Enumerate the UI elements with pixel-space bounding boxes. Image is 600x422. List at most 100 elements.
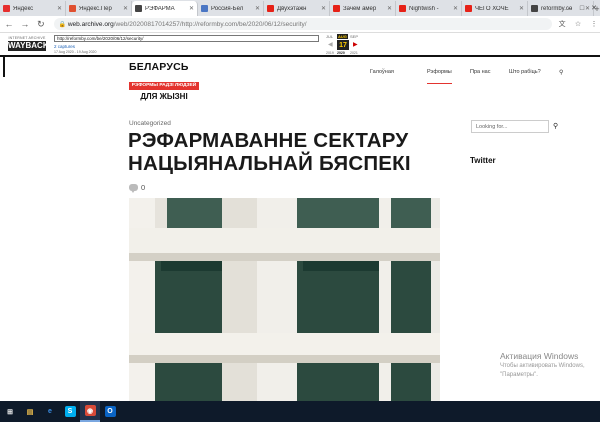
wayback-year-current: 2020 bbox=[337, 51, 345, 55]
taskbar-item[interactable]: e bbox=[40, 401, 60, 422]
tab-favicon-icon bbox=[465, 5, 472, 12]
tab-close-icon[interactable]: ✕ bbox=[519, 5, 524, 12]
tab-favicon-icon bbox=[531, 5, 538, 12]
close-window-icon[interactable]: ✕ bbox=[588, 0, 600, 16]
chrome-icon: ◉ bbox=[84, 405, 96, 416]
tab-label: Яндекс bbox=[13, 5, 34, 12]
wayback-month-current: AUG bbox=[337, 34, 348, 39]
bookmark-star-icon[interactable]: ☆ bbox=[572, 18, 584, 30]
comments-count: 0 bbox=[141, 183, 146, 192]
tab-favicon-icon bbox=[333, 5, 340, 12]
wayback-next-arrow-icon[interactable]: ▶ bbox=[353, 41, 358, 48]
post-category[interactable]: Uncategorized bbox=[129, 120, 171, 127]
wayback-month-prev[interactable]: JUL bbox=[326, 34, 333, 39]
wayback-logo-mark: WAYBACK bbox=[8, 41, 49, 51]
wayback-calendar: JUL AUG SEP ◀ 17 ▶ 2019 2020 2021 bbox=[326, 34, 360, 56]
maximize-icon[interactable]: □ bbox=[576, 0, 588, 16]
tab-close-icon[interactable]: ✕ bbox=[189, 5, 194, 12]
tab-favicon-icon bbox=[399, 5, 406, 12]
file-explorer-icon: ▤ bbox=[26, 408, 34, 416]
tab-close-icon[interactable]: ✕ bbox=[321, 5, 326, 12]
nav-search-icon[interactable]: ⚲ bbox=[559, 69, 563, 76]
tab-close-icon[interactable]: ✕ bbox=[57, 5, 62, 12]
nav-item-what-to-do[interactable]: Што рабіць? bbox=[509, 69, 541, 75]
hero-image bbox=[129, 198, 440, 401]
tab-close-icon[interactable]: ✕ bbox=[453, 5, 458, 12]
browser-tab[interactable]: Яндекс.Пер ✕ bbox=[66, 1, 132, 16]
tab-close-icon[interactable]: ✕ bbox=[387, 5, 392, 12]
nav-item-reforms[interactable]: Рэформы bbox=[427, 69, 452, 75]
tab-label: Nightwish - bbox=[409, 5, 439, 12]
nav-item-home[interactable]: Галоўная bbox=[370, 69, 394, 75]
address-bar[interactable]: 🔒 web.archive.org /web/20200817014257/ht… bbox=[53, 18, 553, 30]
tab-favicon-icon bbox=[69, 5, 76, 12]
lock-icon: 🔒 bbox=[58, 22, 67, 28]
search-icon[interactable]: ⚲ bbox=[553, 122, 558, 130]
tab-favicon-icon bbox=[267, 5, 274, 12]
taskbar-item[interactable]: O bbox=[100, 401, 120, 422]
logo-title: БЕЛАРУСЬ bbox=[129, 61, 189, 73]
translate-icon[interactable]: 文 bbox=[556, 18, 568, 30]
windows-activation-title: Активация Windows bbox=[500, 351, 579, 361]
logo-subtitle: ДЛЯ ЖЫЗНІ bbox=[140, 92, 188, 101]
wayback-logo-top: INTERNET ARCHIVE bbox=[8, 36, 46, 40]
browser-tab[interactable]: ЧЕГО ХОЧЕ ✕ bbox=[462, 1, 528, 16]
search-input[interactable]: Looking for... bbox=[471, 120, 549, 133]
browser-tab-strip: Яндекс ✕ Яндекс.Пер ✕ РЭФАРМА ✕ Россия-Бел ✕ Дву… bbox=[0, 0, 600, 16]
window-controls: – □ ✕ bbox=[564, 0, 600, 16]
windows-taskbar: ⊞ ▤ e S ◉ O bbox=[0, 401, 600, 422]
site-logo[interactable]: БЕЛАРУСЬ РЭФОРМЫ РАДЗІ ЛЮДЗЕЙ ДЛЯ ЖЫЗНІ bbox=[129, 61, 199, 101]
outlook-icon: O bbox=[104, 406, 116, 417]
tab-label: ЧЕГО ХОЧЕ bbox=[475, 5, 509, 12]
browser-tab[interactable]: Зачем амер ✕ bbox=[330, 1, 396, 16]
tab-close-icon[interactable]: ✕ bbox=[255, 5, 260, 12]
wayback-day: 17 bbox=[337, 40, 349, 50]
reload-icon[interactable]: ↻ bbox=[34, 17, 48, 31]
logo-tagline: РЭФОРМЫ РАДЗІ ЛЮДЗЕЙ bbox=[129, 82, 199, 90]
building-facade-image bbox=[129, 198, 440, 401]
tab-favicon-icon bbox=[3, 5, 10, 12]
tab-favicon-icon bbox=[135, 5, 142, 12]
browser-tab[interactable]: РЭФАРМА ✕ bbox=[132, 1, 198, 16]
wayback-captures-link[interactable]: 2 captures bbox=[54, 44, 75, 49]
page-title: РЭФАРМАВАННЕ СЕКТАРУ НАЦЫЯНАЛЬНАЙ БЯСПЕК… bbox=[128, 129, 411, 175]
browser-tab[interactable]: Nightwish - ✕ bbox=[396, 1, 462, 16]
windows-start-icon: ⊞ bbox=[7, 408, 13, 416]
forward-arrow-icon[interactable]: → bbox=[18, 17, 32, 31]
browser-tab[interactable]: Двухэтажн ✕ bbox=[264, 1, 330, 16]
tab-label: Двухэтажн bbox=[277, 5, 307, 12]
browser-tab[interactable]: Россия-Бел ✕ bbox=[198, 1, 264, 16]
taskbar-item[interactable]: S bbox=[60, 401, 80, 422]
windows-activation-text: Чтобы активировать Windows, bbox=[500, 363, 585, 369]
skype-icon: S bbox=[64, 406, 76, 417]
twitter-widget-heading: Twitter bbox=[470, 156, 496, 165]
wayback-month-next[interactable]: SEP bbox=[350, 34, 358, 39]
wayback-toolbar: INTERNET ARCHIVE WAYBACK http://reformby… bbox=[0, 33, 600, 57]
nav-item-about[interactable]: Пра нас bbox=[470, 69, 490, 75]
nav-active-underline bbox=[427, 83, 452, 84]
address-host: web.archive.org bbox=[67, 20, 114, 28]
menu-dots-icon[interactable]: ⋮ bbox=[588, 18, 600, 30]
windows-activation-settings: "Параметры". bbox=[500, 372, 538, 378]
minimize-icon[interactable]: – bbox=[564, 0, 576, 16]
wayback-year-prev[interactable]: 2019 bbox=[326, 51, 334, 55]
wayback-url-input[interactable]: http://reformby.com/be/2020/06/12/securi… bbox=[54, 35, 319, 42]
internet-explorer-icon: e bbox=[48, 408, 52, 415]
tab-favicon-icon bbox=[201, 5, 208, 12]
wayback-logo[interactable]: INTERNET ARCHIVE WAYBACK bbox=[8, 36, 49, 52]
taskbar-item[interactable]: ◉ bbox=[80, 401, 100, 422]
browser-tab[interactable]: Яндекс ✕ bbox=[0, 1, 66, 16]
wayback-prev-arrow-icon[interactable]: ◀ bbox=[328, 41, 333, 48]
tab-label: РЭФАРМА bbox=[145, 5, 175, 12]
comments-link[interactable]: 0 bbox=[129, 183, 146, 193]
tab-label: Зачем амер bbox=[343, 5, 377, 12]
wayback-year-next[interactable]: 2021 bbox=[350, 51, 358, 55]
back-arrow-icon[interactable]: ← bbox=[2, 17, 16, 31]
comment-bubble-icon bbox=[129, 184, 138, 193]
tab-label: Яндекс.Пер bbox=[79, 5, 112, 12]
taskbar-item[interactable]: ⊞ bbox=[0, 401, 20, 422]
page-edge-marker bbox=[3, 57, 5, 77]
tab-close-icon[interactable]: ✕ bbox=[123, 5, 128, 12]
taskbar-item[interactable]: ▤ bbox=[20, 401, 40, 422]
tab-label: Россия-Бел bbox=[211, 5, 244, 12]
